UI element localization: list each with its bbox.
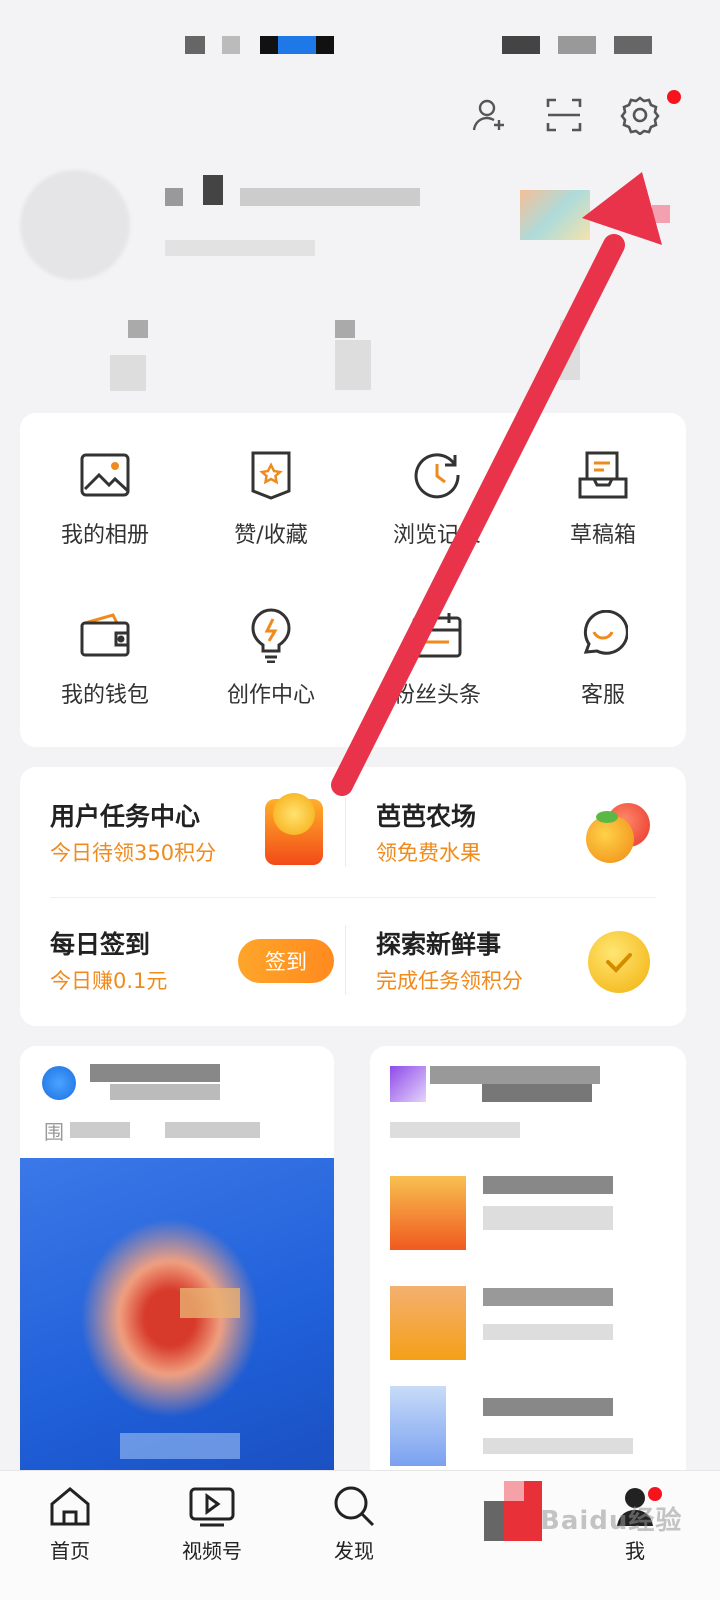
feed-card-left[interactable]: 围: [20, 1046, 334, 1486]
grid-item-label: 草稿箱: [569, 523, 636, 548]
feed-card-right[interactable]: [370, 1046, 686, 1486]
grid-item-label: 粉丝头条: [392, 683, 481, 708]
grid-item-label: 客服: [580, 683, 625, 708]
me-badge: [648, 1487, 662, 1501]
profile-header[interactable]: [0, 150, 720, 400]
signin-title: 每日签到: [50, 930, 151, 959]
signin-subtitle: 今日赚0.1元: [50, 969, 168, 993]
feed-tag: 围: [44, 1120, 64, 1144]
video-icon: [189, 1487, 235, 1527]
farm-subtitle: 领免费水果: [376, 841, 481, 865]
user-task-center[interactable]: 用户任务中心 今日待领350积分: [20, 767, 345, 897]
grid-item-label: 我的钱包: [60, 683, 149, 708]
grid-item-album[interactable]: 我的相册: [20, 425, 190, 575]
daily-signin[interactable]: 每日签到 今日赚0.1元 签到: [20, 897, 345, 1026]
user-task-subtitle: 今日待领350积分: [50, 841, 217, 865]
grid-item-label: 赞/收藏: [234, 523, 308, 548]
explore-subtitle: 完成任务领积分: [376, 969, 523, 993]
fans-calendar-icon: [412, 613, 462, 658]
app-logo-icon: [464, 1481, 544, 1541]
avatar[interactable]: [20, 170, 130, 280]
grid-item-fans[interactable]: 粉丝头条: [352, 585, 522, 735]
explore-title: 探索新鲜事: [376, 930, 502, 959]
customer-service-icon: [583, 610, 628, 655]
nav-me-label: 我: [625, 1539, 645, 1563]
add-user-button[interactable]: [468, 93, 512, 137]
feed-image[interactable]: [20, 1158, 334, 1486]
grid-item-history[interactable]: 浏览记录: [352, 425, 522, 575]
watermark: Baidu经验: [540, 1506, 683, 1536]
scan-icon: [546, 98, 582, 132]
explore-news[interactable]: 探索新鲜事 完成任务领积分: [346, 897, 686, 1026]
gold-check-coin-icon: [588, 931, 650, 993]
nav-discover[interactable]: 发现: [294, 1481, 414, 1564]
nav-video-label: 视频号: [182, 1539, 242, 1563]
red-envelope-coins-icon: [265, 793, 323, 865]
grid-item-label: 我的相册: [60, 523, 149, 548]
nav-home[interactable]: 首页: [10, 1481, 130, 1564]
fruit-icon: [586, 803, 652, 863]
grid-item-service[interactable]: 客服: [518, 585, 688, 735]
bookmark-star-icon: [251, 451, 291, 500]
grid-item-wallet[interactable]: 我的钱包: [20, 585, 190, 735]
history-clock-icon: [414, 453, 460, 499]
home-icon: [50, 1487, 90, 1526]
function-grid-card: 我的相册 赞/收藏 浏览记录 草稿箱 我的钱包 创作中心 粉丝头条 客服: [20, 413, 686, 747]
photo-album-icon: [80, 453, 130, 497]
nav-video[interactable]: 视频号: [152, 1481, 272, 1564]
gear-icon: [620, 96, 660, 135]
signin-button[interactable]: 签到: [238, 939, 334, 983]
status-bar: [0, 0, 720, 80]
tasks-card: 用户任务中心 今日待领350积分 芭芭农场 领免费水果 每日签到 今日赚0.1元…: [20, 767, 686, 1026]
settings-badge: [667, 90, 681, 104]
draft-box-icon: [578, 451, 628, 499]
add-user-icon: [472, 99, 504, 131]
baba-farm[interactable]: 芭芭农场 领免费水果: [346, 767, 686, 897]
grid-item-label: 浏览记录: [392, 523, 481, 548]
grid-item-creator[interactable]: 创作中心: [186, 585, 356, 735]
grid-item-likes[interactable]: 赞/收藏: [186, 425, 356, 575]
scan-button[interactable]: [542, 93, 586, 137]
source-logo: [42, 1066, 76, 1100]
grid-item-drafts[interactable]: 草稿箱: [518, 425, 688, 575]
lightbulb-icon: [251, 608, 291, 663]
wallet-icon: [80, 613, 130, 657]
farm-title: 芭芭农场: [376, 802, 477, 831]
nav-home-label: 首页: [50, 1539, 90, 1563]
settings-button[interactable]: [618, 93, 662, 137]
grid-item-label: 创作中心: [226, 683, 315, 708]
nav-discover-label: 发现: [334, 1539, 374, 1563]
user-task-title: 用户任务中心: [50, 802, 201, 831]
search-icon: [334, 1486, 375, 1527]
